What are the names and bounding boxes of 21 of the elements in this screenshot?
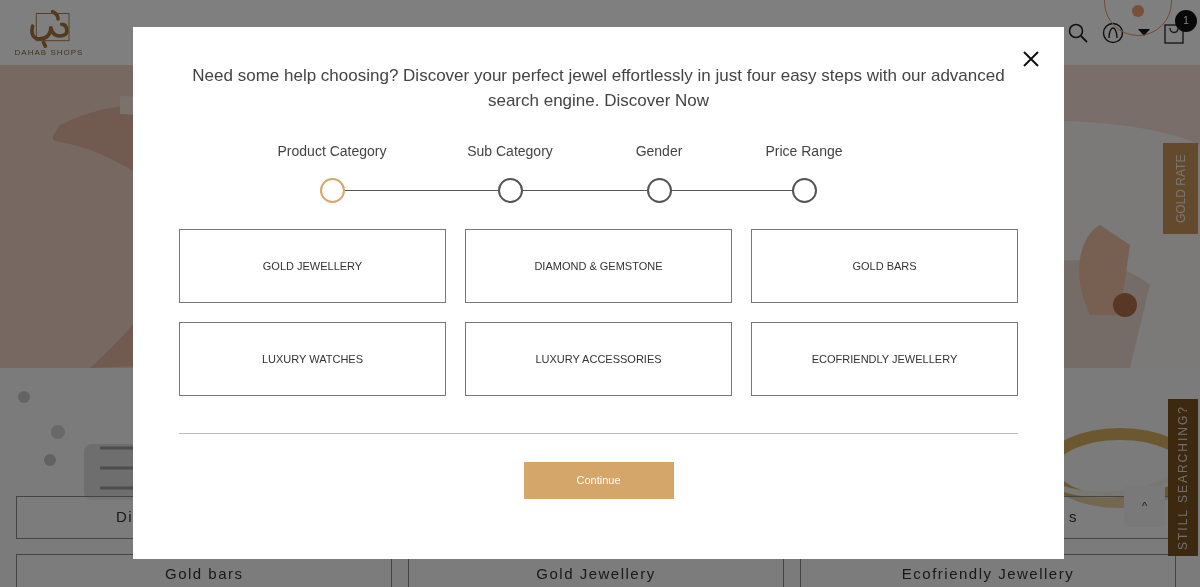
logo-text: DAHAB SHOPS: [14, 49, 84, 57]
continue-button[interactable]: Continue: [523, 462, 674, 499]
close-icon[interactable]: [1023, 51, 1039, 67]
caret-icon[interactable]: [1138, 29, 1150, 36]
category-option[interactable]: LUXURY ACCESSORIES: [465, 322, 732, 396]
category-option[interactable]: GOLD JEWELLERY: [179, 229, 446, 303]
intro-text: Need some help choosing? Discover your perfect jewel effortlessly in just four easy steps with our advanced search engine. Discover Now: [191, 65, 1006, 112]
step-label: Gender: [635, 142, 683, 161]
category-option[interactable]: GOLD BARS: [751, 229, 1018, 303]
step-label: Product Category: [277, 142, 387, 161]
category-option[interactable]: DIAMOND & GEMSTONE: [465, 229, 732, 303]
cart-count-badge: 1: [1175, 9, 1197, 32]
category-option[interactable]: ECOFRIENDLY JEWELLERY: [751, 322, 1018, 396]
category-option[interactable]: LUXURY WATCHES: [179, 322, 446, 396]
step-label: Sub Category: [467, 142, 553, 161]
cart-icon[interactable]: [1164, 21, 1184, 44]
logo-icon[interactable]: [27, 8, 71, 48]
user-icon[interactable]: [1102, 21, 1124, 44]
step-label: Price Range: [765, 142, 843, 161]
search-icon[interactable]: [1068, 22, 1088, 43]
still-searching-tab[interactable]: STILL SEARCHING?: [1168, 399, 1198, 556]
